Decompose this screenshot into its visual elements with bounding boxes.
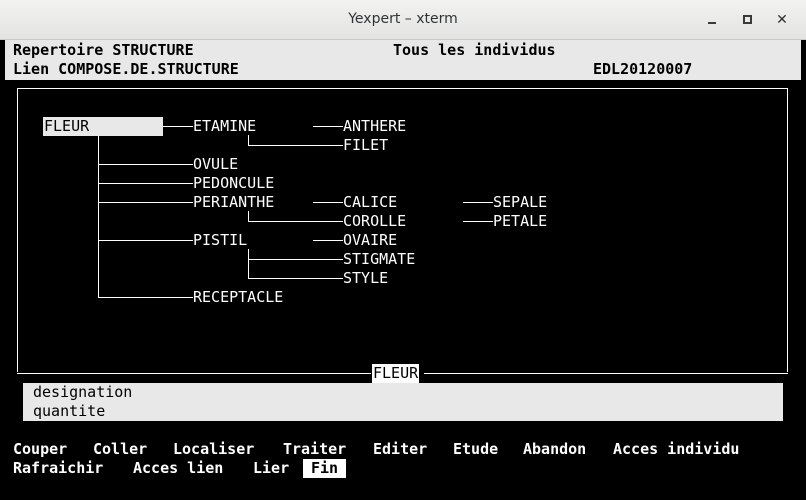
menu-localiser[interactable]: Localiser bbox=[173, 440, 254, 459]
connector bbox=[98, 136, 99, 297]
lien-label: Lien COMPOSE.DE.STRUCTURE bbox=[13, 60, 239, 78]
menu-traiter[interactable]: Traiter bbox=[283, 440, 346, 459]
tree-node[interactable]: PISTIL bbox=[193, 231, 247, 250]
connector bbox=[98, 183, 193, 184]
connector bbox=[248, 145, 343, 146]
tree-node[interactable]: RECEPTACLE bbox=[193, 288, 283, 307]
frame-border-right bbox=[424, 373, 788, 374]
scope-label: Tous les individus bbox=[393, 41, 556, 59]
frame-border-left bbox=[17, 373, 371, 374]
tree-node[interactable]: OVAIRE bbox=[343, 231, 397, 250]
connector bbox=[463, 221, 493, 222]
tree-node[interactable]: PEDONCULE bbox=[193, 174, 274, 193]
connector bbox=[248, 278, 343, 279]
attribute-item[interactable]: designation bbox=[33, 383, 132, 402]
menu-acces-individu[interactable]: Acces individu bbox=[613, 440, 739, 459]
connector bbox=[313, 126, 343, 127]
connector bbox=[248, 259, 343, 260]
menu-editer[interactable]: Editer bbox=[373, 440, 427, 459]
connector bbox=[248, 211, 249, 221]
menu-abandon[interactable]: Abandon bbox=[523, 440, 586, 459]
menu-acces-lien[interactable]: Acces lien bbox=[133, 459, 223, 478]
menu-etude[interactable]: Etude bbox=[453, 440, 498, 459]
connector bbox=[98, 164, 193, 165]
menu-couper[interactable]: Couper bbox=[13, 440, 67, 459]
menu-rafraichir[interactable]: Rafraichir bbox=[13, 459, 103, 478]
close-icon[interactable]: ✕ bbox=[772, 10, 792, 30]
tree-node[interactable]: PETALE bbox=[493, 212, 547, 231]
connector bbox=[98, 202, 193, 203]
menu-lier[interactable]: Lier bbox=[253, 459, 289, 478]
attributes-panel: designation quantite bbox=[23, 383, 783, 421]
repertoire-label: Repertoire STRUCTURE bbox=[13, 41, 194, 59]
connector bbox=[98, 297, 193, 298]
tree-node[interactable]: FILET bbox=[343, 136, 388, 155]
tree-node[interactable]: PERIANTHE bbox=[193, 193, 274, 212]
maximize-icon[interactable] bbox=[738, 10, 758, 30]
connector bbox=[248, 249, 249, 278]
minimize-icon[interactable] bbox=[702, 10, 722, 30]
tree-node[interactable]: ETAMINE bbox=[193, 117, 256, 136]
connector bbox=[248, 135, 249, 145]
menu-fin[interactable]: Fin bbox=[303, 459, 347, 478]
tree-node[interactable]: ANTHERE bbox=[343, 117, 406, 136]
tree-node[interactable]: STIGMATE bbox=[343, 250, 415, 269]
frame-label: FLEUR bbox=[372, 364, 420, 383]
connector bbox=[313, 240, 343, 241]
header-panel: Repertoire STRUCTURE Tous les individus … bbox=[5, 40, 801, 80]
connector bbox=[248, 221, 343, 222]
tree-node-root[interactable]: FLEUR bbox=[43, 117, 163, 136]
connector bbox=[98, 240, 193, 241]
connector bbox=[313, 202, 343, 203]
tree-node[interactable]: SEPALE bbox=[493, 193, 547, 212]
connector bbox=[463, 202, 493, 203]
window-title: Yexpert – xterm bbox=[348, 11, 458, 27]
attribute-item[interactable]: quantite bbox=[33, 402, 105, 421]
tree-node[interactable]: OVULE bbox=[193, 155, 238, 174]
menu-coller[interactable]: Coller bbox=[93, 440, 147, 459]
connector bbox=[163, 126, 193, 127]
tree-node[interactable]: STYLE bbox=[343, 269, 388, 288]
window-titlebar: Yexpert – xterm ✕ bbox=[0, 0, 806, 40]
tree-node[interactable]: COROLLE bbox=[343, 212, 406, 231]
tree-node[interactable]: CALICE bbox=[343, 193, 397, 212]
code-label: EDL20120007 bbox=[593, 60, 693, 78]
